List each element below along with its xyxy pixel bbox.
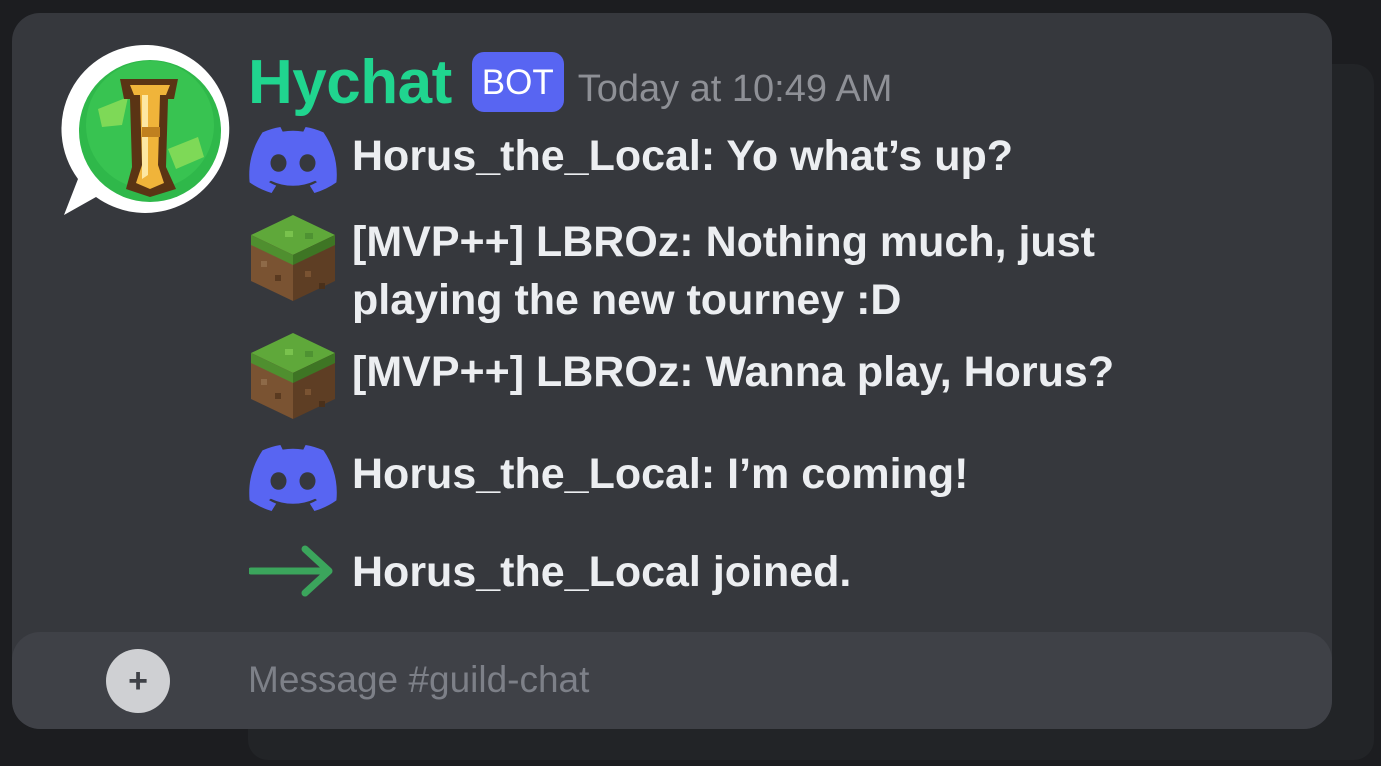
add-attachment-button[interactable]: +: [106, 649, 170, 713]
message-line: [MVP++] LBROz: Wanna play, Horus?: [248, 331, 1232, 421]
minecraft-grass-block-icon: [248, 331, 338, 421]
message-input[interactable]: [242, 648, 1294, 712]
message-text: Horus_the_Local: Yo what’s up?: [352, 132, 1014, 180]
message-line: Horus_the_Local: I’m coming!: [248, 445, 1232, 535]
message-header: Hychat BOT Today at 10:49 AM: [248, 47, 892, 117]
minecraft-grass-block-icon: [248, 213, 338, 303]
message-text: [MVP++] LBROz: Wanna play, Horus?: [352, 348, 1115, 396]
discord-icon: [248, 127, 338, 217]
message-text: [MVP++] LBROz: Nothing much, just playin…: [352, 218, 1095, 324]
discord-icon: [248, 445, 338, 535]
chat-message-card: Hychat BOT Today at 10:49 AM Horus_the_L…: [12, 13, 1332, 729]
author-name[interactable]: Hychat: [248, 47, 452, 118]
hypixel-whatsapp-logo-icon: [61, 44, 230, 215]
message-text: Horus_the_Local: I’m coming!: [352, 450, 969, 498]
message-text: Horus_the_Local joined.: [352, 548, 852, 596]
message-composer: +: [12, 632, 1332, 729]
bot-badge: BOT: [471, 52, 564, 112]
message-timestamp[interactable]: Today at 10:49 AM: [578, 68, 893, 111]
message-line: Horus_the_Local joined.: [248, 543, 1232, 633]
message-line: [MVP++] LBROz: Nothing much, just playin…: [248, 213, 1232, 329]
join-arrow-icon: [248, 543, 338, 633]
message-line: Horus_the_Local: Yo what’s up?: [248, 127, 1232, 217]
bot-avatar[interactable]: [58, 39, 238, 229]
